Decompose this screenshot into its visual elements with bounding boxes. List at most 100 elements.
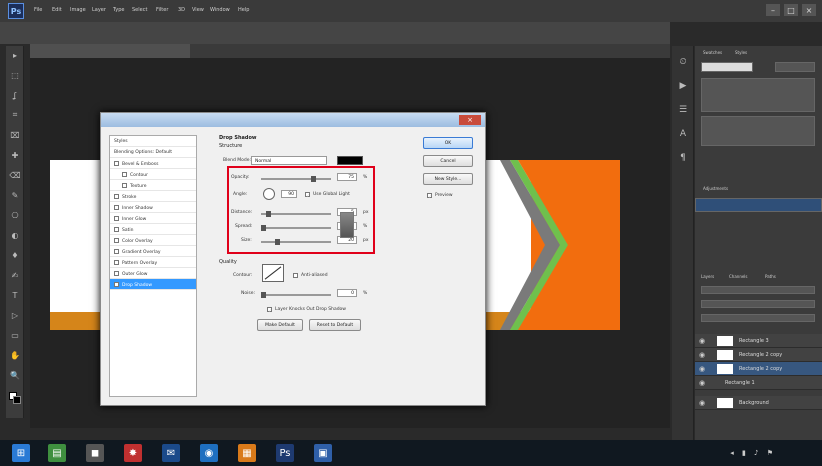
tab-styles[interactable]: Styles [735,50,747,58]
style-item-pattern-overlay[interactable]: Pattern Overlay [110,257,196,268]
checkbox[interactable] [122,183,127,188]
healing-tool-icon[interactable]: ⌫ [9,170,21,180]
checkbox[interactable] [114,205,119,210]
brush-tool-icon[interactable]: ✎ [9,190,21,200]
anti-aliased-checkbox[interactable] [293,273,298,278]
background-color-swatch[interactable] [13,396,21,404]
adjustments-selected-row[interactable] [695,198,822,212]
tab-channels[interactable]: Channels [729,274,748,282]
layer-blend-field[interactable] [701,300,815,308]
blend-mode-select[interactable]: Normal [251,156,327,165]
document-tab[interactable] [30,44,190,58]
checkbox[interactable] [114,238,119,243]
move-tool-icon[interactable]: ▸ [9,50,21,60]
color-swatch-field[interactable] [701,62,753,72]
checkbox[interactable] [114,194,119,199]
minimize-button[interactable]: – [766,4,780,16]
layer-row[interactable]: ◉ Rectangle 1 [695,376,822,390]
taskbar-mail[interactable]: ✉ [162,444,180,462]
menu-3d[interactable]: 3D [178,7,185,15]
layer-filter-field[interactable] [701,286,815,294]
layer-row[interactable]: ◉ Rectangle 3 [695,334,822,348]
zoom-tool-icon[interactable]: 🔍 [9,370,21,380]
menu-layer[interactable]: Layer [92,7,106,15]
menu-edit[interactable]: Edit [52,7,62,15]
layer-lock-row[interactable] [701,314,815,322]
checkbox[interactable] [114,216,119,221]
style-item-texture[interactable]: Texture [110,180,196,191]
type-tool-icon[interactable]: T [9,290,21,300]
checkbox[interactable] [122,172,127,177]
style-item-inner-glow[interactable]: Inner Glow [110,213,196,224]
swatch-field[interactable] [775,62,815,72]
make-default-button[interactable]: Make Default [257,319,303,331]
marquee-tool-icon[interactable]: ⬚ [9,70,21,80]
layer-row[interactable]: ◉ Rectangle 2 copy [695,348,822,362]
taskbar-photoshop[interactable]: Ps [276,444,294,462]
menu-type[interactable]: Type [113,7,124,15]
swatch-grid[interactable] [701,78,815,112]
lasso-tool-icon[interactable]: ʆ [9,90,21,100]
style-item-contour[interactable]: Contour [110,169,196,180]
taskbar-browser[interactable]: ◉ [200,444,218,462]
menu-help[interactable]: Help [238,7,249,15]
eye-icon[interactable]: ◉ [699,337,707,345]
history-brush-tool-icon[interactable]: ◐ [9,230,21,240]
crop-tool-icon[interactable]: ⌧ [9,130,21,140]
actions-panel-icon[interactable]: ▶ [677,80,689,92]
reset-default-button[interactable]: Reset to Default [309,319,361,331]
layer-row[interactable]: ◉ Background [695,396,822,410]
properties-panel-icon[interactable]: ☰ [677,104,689,116]
dialog-close-button[interactable]: × [459,115,481,125]
close-window-button[interactable]: × [802,4,816,16]
style-item-blending-options[interactable]: Blending Options: Default [110,147,196,158]
menu-select[interactable]: Select [132,7,147,15]
preview-checkbox[interactable]: ✓ [427,193,432,200]
tab-paths[interactable]: Paths [765,274,776,282]
taskbar-app[interactable]: ▦ [238,444,256,462]
eye-icon[interactable]: ◉ [699,365,707,373]
stamp-tool-icon[interactable]: ⎔ [9,210,21,220]
menu-image[interactable]: Image [70,7,86,15]
checkbox[interactable] [114,161,119,166]
start-button[interactable]: ⊞ [12,444,30,462]
style-item-stroke[interactable]: Stroke [110,191,196,202]
taskbar-app[interactable]: ◼ [86,444,104,462]
menu-window[interactable]: Window [210,7,230,15]
knocks-out-checkbox[interactable]: ✓ [267,307,272,314]
path-select-tool-icon[interactable]: ▷ [9,310,21,320]
checkbox[interactable] [114,227,119,232]
dialog-titlebar[interactable]: × [101,113,485,127]
pen-tool-icon[interactable]: ✍ [9,270,21,280]
eraser-tool-icon[interactable]: ♦ [9,250,21,260]
style-item-satin[interactable]: Satin [110,224,196,235]
eye-icon[interactable]: ◉ [699,379,707,387]
history-panel-icon[interactable]: ⏲ [677,56,689,68]
style-item-color-overlay[interactable]: Color Overlay [110,235,196,246]
shadow-color-swatch[interactable] [337,156,363,165]
style-item-outer-glow[interactable]: Outer Glow [110,268,196,279]
style-item-styles[interactable]: Styles [110,136,196,147]
menu-file[interactable]: File [34,7,42,15]
hand-tool-icon[interactable]: ✋ [9,350,21,360]
layer-row-selected[interactable]: ◉ Rectangle 2 copy [695,362,822,376]
cancel-button[interactable]: Cancel [423,155,473,167]
paragraph-panel-icon[interactable]: ¶ [677,152,689,164]
style-item-inner-shadow[interactable]: Inner Shadow [110,202,196,213]
eye-icon[interactable]: ◉ [699,399,707,407]
shape-tool-icon[interactable]: ▭ [9,330,21,340]
checkbox[interactable] [114,260,119,265]
tab-swatches[interactable]: Swatches [703,50,722,58]
checkbox[interactable] [114,249,119,254]
character-panel-icon[interactable]: A [677,128,689,140]
menu-view[interactable]: View [192,7,204,15]
style-item-drop-shadow[interactable]: ✓ Drop Shadow [110,279,196,290]
styles-grid[interactable] [701,116,815,146]
taskbar-app[interactable]: ▣ [314,444,332,462]
checkbox[interactable]: ✓ [114,282,119,288]
contour-thumbnail[interactable] [262,264,284,282]
tab-adjustments[interactable]: Adjustments [703,186,728,194]
tab-layers[interactable]: Layers [701,274,714,282]
system-tray[interactable]: ◂ ▮ ♪ ⚑ [730,449,776,457]
maximize-button[interactable]: □ [784,4,798,16]
